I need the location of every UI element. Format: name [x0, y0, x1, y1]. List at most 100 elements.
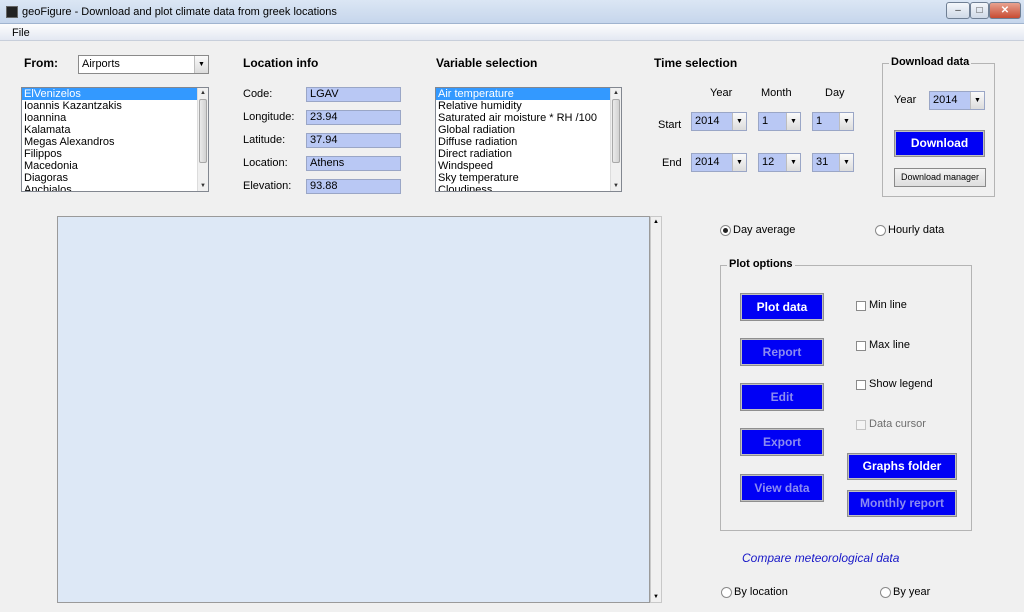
start-year-dropdown[interactable]: 2014 ▼ [691, 112, 747, 131]
day-average-radio[interactable] [720, 225, 731, 236]
variable-item[interactable]: Global radiation [436, 124, 621, 136]
latitude-field: 37.94 [306, 133, 401, 148]
location-item[interactable]: Macedonia [22, 160, 208, 172]
end-year-dropdown[interactable]: 2014 ▼ [691, 153, 747, 172]
by-location-label[interactable]: By location [734, 586, 788, 598]
app-icon [6, 6, 18, 18]
show-legend-label[interactable]: Show legend [869, 378, 933, 390]
plot-area[interactable] [57, 216, 650, 603]
source-dropdown-value: Airports [82, 58, 120, 70]
view-data-button[interactable]: View data [740, 474, 824, 502]
title-bar: geoFigure - Download and plot climate da… [0, 0, 1024, 24]
variable-list-scrollbar[interactable]: ▲ ▼ [610, 88, 621, 191]
download-year-value: 2014 [933, 94, 958, 106]
elevation-field: 93.88 [306, 179, 401, 194]
download-data-title: Download data [889, 56, 972, 68]
variable-item[interactable]: Cloudiness [436, 184, 621, 191]
day-column-label: Day [825, 87, 845, 99]
variable-item[interactable]: Diffuse radiation [436, 136, 621, 148]
day-average-label[interactable]: Day average [733, 224, 795, 236]
location-info-title: Location info [243, 56, 319, 70]
scroll-down-icon[interactable]: ▼ [611, 181, 621, 191]
end-day-value: 31 [816, 156, 829, 168]
variable-selection-title: Variable selection [436, 56, 538, 70]
menu-file[interactable]: File [12, 27, 30, 39]
location-list-scrollbar[interactable]: ▲ ▼ [197, 88, 208, 191]
location-field: Athens [306, 156, 401, 171]
scroll-down-icon[interactable]: ▼ [651, 592, 661, 602]
show-legend-checkbox[interactable] [856, 380, 866, 390]
location-item[interactable]: Ioannina [22, 112, 208, 124]
location-list[interactable]: ElVenizelos Ioannis Kazantzakis Ioannina… [21, 87, 209, 192]
hourly-data-radio[interactable] [875, 225, 886, 236]
location-item[interactable]: Megas Alexandros [22, 136, 208, 148]
chevron-down-icon: ▼ [839, 154, 853, 171]
scroll-thumb[interactable] [612, 99, 620, 163]
chevron-down-icon: ▼ [732, 113, 746, 130]
from-label: From: [24, 56, 58, 70]
variable-item[interactable]: Air temperature [436, 88, 621, 100]
by-year-label[interactable]: By year [893, 586, 930, 598]
window-title: geoFigure - Download and plot climate da… [22, 6, 337, 18]
chevron-down-icon: ▼ [786, 154, 800, 171]
chevron-down-icon: ▼ [732, 154, 746, 171]
scroll-up-icon[interactable]: ▲ [651, 217, 661, 227]
location-item[interactable]: Ioannis Kazantzakis [22, 100, 208, 112]
variable-list[interactable]: Air temperature Relative humidity Satura… [435, 87, 622, 192]
location-item[interactable]: Filippos [22, 148, 208, 160]
source-dropdown[interactable]: Airports ▼ [78, 55, 209, 74]
plot-scrollbar[interactable]: ▲ ▼ [650, 216, 662, 603]
year-column-label: Year [710, 87, 733, 99]
hourly-data-label[interactable]: Hourly data [888, 224, 944, 236]
end-day-dropdown[interactable]: 31 ▼ [812, 153, 854, 172]
export-button[interactable]: Export [740, 428, 824, 456]
data-cursor-label[interactable]: Data cursor [869, 418, 926, 430]
monthly-report-button[interactable]: Monthly report [847, 490, 957, 517]
download-year-label: Year [894, 94, 917, 106]
maximize-icon[interactable]: □ [970, 2, 989, 19]
location-item[interactable]: Anchialos [22, 184, 208, 191]
code-label: Code: [243, 88, 273, 100]
location-item[interactable]: Kalamata [22, 124, 208, 136]
variable-item[interactable]: Direct radiation [436, 148, 621, 160]
report-button[interactable]: Report [740, 338, 824, 366]
graphs-folder-button[interactable]: Graphs folder [847, 453, 957, 480]
close-icon[interactable]: ✕ [989, 2, 1021, 19]
end-month-dropdown[interactable]: 12 ▼ [758, 153, 801, 172]
start-day-dropdown[interactable]: 1 ▼ [812, 112, 854, 131]
plot-options-title: Plot options [727, 258, 795, 270]
variable-item[interactable]: Windspeed [436, 160, 621, 172]
edit-button[interactable]: Edit [740, 383, 824, 411]
menu-bar: File [0, 24, 1024, 41]
code-field: LGAV [306, 87, 401, 102]
time-selection-title: Time selection [654, 56, 738, 70]
minimize-icon[interactable]: – [946, 2, 970, 19]
scroll-down-icon[interactable]: ▼ [198, 181, 208, 191]
plot-data-button[interactable]: Plot data [740, 293, 824, 321]
variable-item[interactable]: Relative humidity [436, 100, 621, 112]
data-cursor-checkbox[interactable] [856, 420, 866, 430]
by-year-radio[interactable] [880, 587, 891, 598]
max-line-checkbox[interactable] [856, 341, 866, 351]
chevron-down-icon: ▼ [194, 56, 208, 73]
by-location-radio[interactable] [721, 587, 732, 598]
location-item[interactable]: Diagoras [22, 172, 208, 184]
location-item[interactable]: ElVenizelos [22, 88, 208, 100]
start-month-dropdown[interactable]: 1 ▼ [758, 112, 801, 131]
chevron-down-icon: ▼ [970, 92, 984, 109]
start-month-value: 1 [762, 115, 769, 127]
longitude-field: 23.94 [306, 110, 401, 125]
variable-item[interactable]: Sky temperature [436, 172, 621, 184]
download-button[interactable]: Download [894, 130, 985, 157]
start-day-value: 1 [816, 115, 823, 127]
download-year-dropdown[interactable]: 2014 ▼ [929, 91, 985, 110]
variable-item[interactable]: Saturated air moisture * RH /100 [436, 112, 621, 124]
latitude-label: Latitude: [243, 134, 286, 146]
scroll-up-icon[interactable]: ▲ [198, 88, 208, 98]
download-manager-button[interactable]: Download manager [894, 168, 986, 187]
min-line-checkbox[interactable] [856, 301, 866, 311]
max-line-label[interactable]: Max line [869, 339, 910, 351]
min-line-label[interactable]: Min line [869, 299, 907, 311]
scroll-thumb[interactable] [199, 99, 207, 163]
scroll-up-icon[interactable]: ▲ [611, 88, 621, 98]
